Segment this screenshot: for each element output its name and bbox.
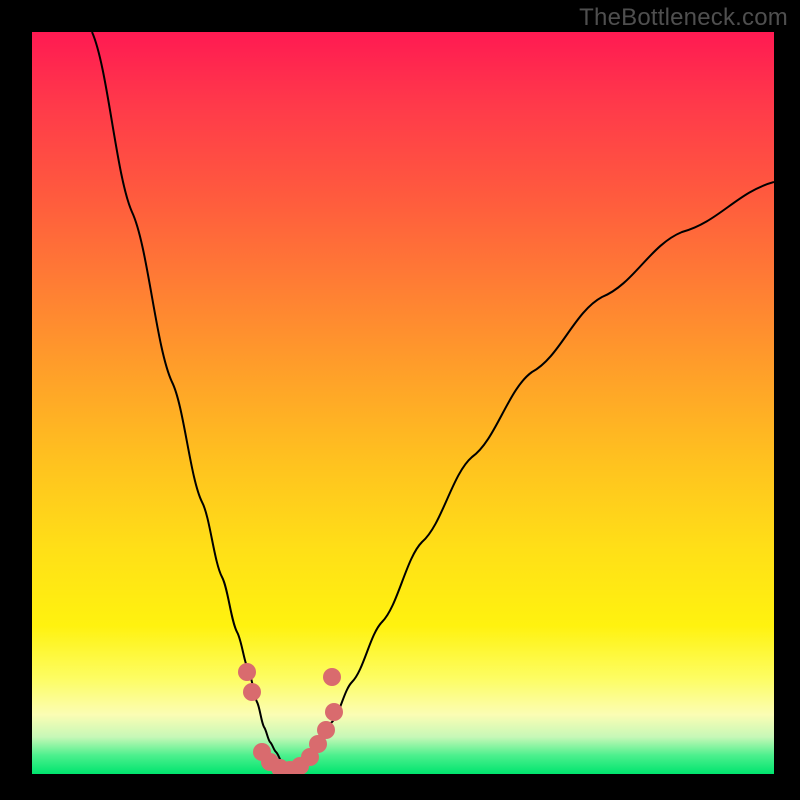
data-marker [323, 668, 341, 686]
data-marker [317, 721, 335, 739]
curve-right-branch [288, 182, 774, 772]
plot-area [32, 32, 774, 774]
curve-layer [32, 32, 774, 774]
data-marker [243, 683, 261, 701]
data-marker [238, 663, 256, 681]
chart-frame: TheBottleneck.com [0, 0, 800, 800]
data-marker [325, 703, 343, 721]
watermark-text: TheBottleneck.com [579, 4, 788, 32]
curve-left-branch [92, 32, 288, 772]
marker-group [238, 663, 343, 774]
